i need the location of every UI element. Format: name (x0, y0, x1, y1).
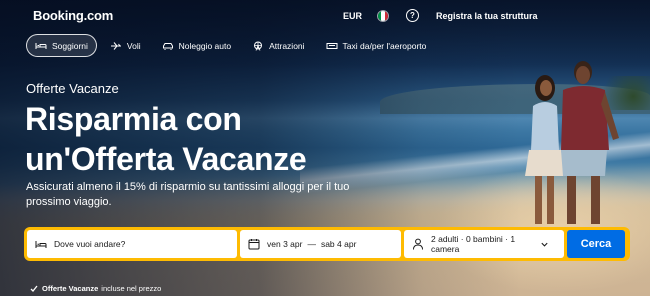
taxi-icon (326, 42, 338, 49)
nav-item-attractions[interactable]: Attrazioni (244, 34, 312, 57)
guests-summary: 2 adulti · 0 bambini · 1 camera (431, 234, 516, 254)
guests-field[interactable]: 2 adulti · 0 bambini · 1 camera (404, 230, 564, 258)
bed-icon (35, 42, 47, 49)
hero-subtitle: Assicurati almeno il 15% di risparmio su… (26, 181, 350, 208)
footnote-text: incluse nel prezzo (101, 284, 162, 293)
search-button[interactable]: Cerca (567, 230, 625, 258)
headline-line-1: Risparmia con (25, 101, 242, 137)
date-separator: — (307, 239, 316, 249)
nav-item-airport-taxi[interactable]: Taxi da/per l'aeroporto (318, 34, 435, 57)
ferris-wheel-icon (254, 41, 263, 51)
bed-icon (35, 241, 47, 248)
footnote-bold: Offerte Vacanze (42, 284, 99, 293)
date-range-field[interactable]: ven 3 apr — sab 4 apr (240, 230, 401, 258)
checkmark-icon (30, 285, 38, 292)
nav-item-label: Attrazioni (269, 40, 305, 51)
nav-item-stays[interactable]: Soggiorni (26, 34, 97, 57)
checkin-date: ven 3 apr (267, 239, 303, 249)
footnote: Offerte Vacanze incluse nel prezzo (30, 284, 161, 293)
person-icon (413, 238, 423, 250)
nav-item-car-rental[interactable]: Noleggio auto (154, 34, 239, 57)
help-icon[interactable]: ? (406, 9, 419, 22)
plane-icon (110, 41, 121, 50)
booking-logo[interactable]: Booking.com (33, 8, 113, 23)
chevron-down-icon (541, 242, 548, 247)
currency-selector[interactable]: EUR (343, 11, 369, 21)
destination-field[interactable]: Dove vuoi andare? (27, 230, 237, 258)
search-bar: Dove vuoi andare? ven 3 apr — sab 4 apr … (24, 227, 630, 261)
header-actions: EUR ? Registra la tua struttura (343, 9, 538, 22)
register-property-link[interactable]: Registra la tua struttura (436, 11, 538, 21)
car-icon (162, 42, 173, 50)
italy-flag-icon[interactable] (377, 9, 389, 22)
nav-item-flights[interactable]: Voli (102, 34, 149, 57)
hero-banner: Booking.com EUR ? Registra la tua strutt… (0, 0, 650, 296)
product-nav: Soggiorni Voli Noleggio auto Attrazioni … (26, 34, 439, 57)
checkout-date: sab 4 apr (320, 239, 357, 249)
headline-line-2: un'Offerta Vacanze (25, 141, 307, 177)
nav-item-label: Voli (126, 40, 141, 51)
destination-placeholder: Dove vuoi andare? (54, 239, 126, 249)
nav-item-label: Noleggio auto (178, 40, 232, 51)
nav-item-label: Soggiorni (52, 40, 88, 51)
nav-item-label: Taxi da/per l'aeroporto (342, 40, 427, 51)
calendar-icon (248, 239, 260, 250)
hero-headline: Risparmia con un'Offerta Vacanze (25, 99, 307, 179)
hero-eyebrow: Offerte Vacanze (26, 81, 119, 96)
